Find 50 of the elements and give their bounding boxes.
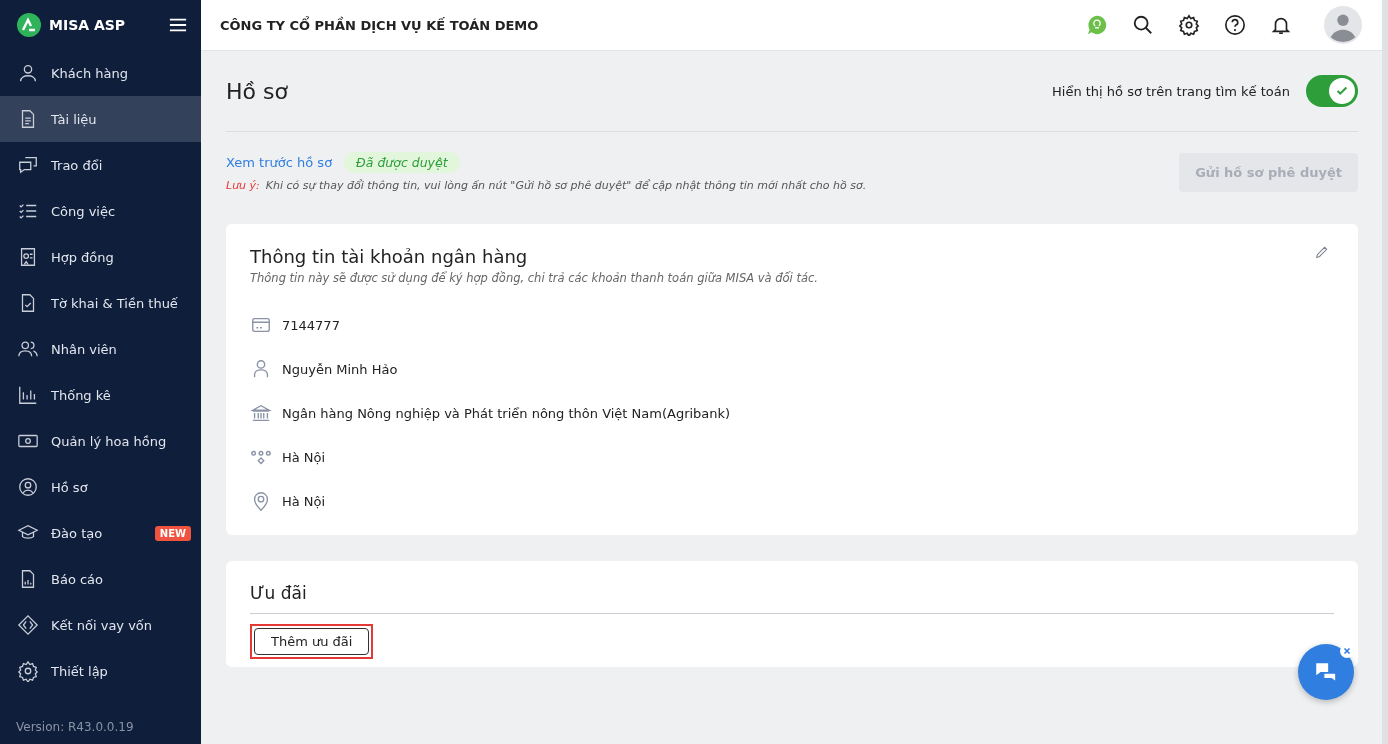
card-title: Thông tin tài khoản ngân hàng <box>250 246 528 267</box>
add-offer-button[interactable]: Thêm ưu đãi <box>254 628 370 655</box>
sidebar-item[interactable]: Kết nối vay vốn <box>0 602 201 648</box>
card-subtitle: Thông tin này sẽ được sử dụng để ký hợp đồng, chi trả các khoản thanh toán giữa MISA và đối tác. <box>250 271 819 285</box>
brand-name: MISA ASP <box>49 17 127 33</box>
logo-icon <box>17 13 41 37</box>
sidebar-item[interactable]: Quản lý hoa hồng <box>0 418 201 464</box>
pencil-icon[interactable] <box>1314 244 1330 260</box>
preview-link[interactable]: Xem trước hồ sơ <box>226 155 333 170</box>
sidebar-item[interactable]: Thống kê <box>0 372 201 418</box>
info-text: Hà Nội <box>282 493 326 509</box>
checkmark-icon <box>1335 84 1349 98</box>
sidebar-item[interactable]: Tài liệu <box>0 96 201 142</box>
new-badge: NEW <box>154 525 191 541</box>
toggle-label: Hiển thị hồ sơ trên trang tìm kế toán <box>1052 83 1290 99</box>
sidebar-item[interactable]: Báo cáo <box>0 556 201 602</box>
avatar[interactable] <box>1324 6 1362 44</box>
company-name: CÔNG TY CỔ PHẦN DỊCH VỤ KẾ TOÁN DEMO <box>220 17 540 33</box>
info-text: Hà Nội <box>282 449 326 465</box>
visibility-toggle[interactable] <box>1306 75 1358 107</box>
card-title: Ưu đãi <box>250 583 307 603</box>
settings-icon[interactable] <box>1178 14 1200 36</box>
help-icon[interactable] <box>1224 14 1246 36</box>
version-text: Version: R43.0.0.19 <box>15 720 135 736</box>
link-icon <box>17 614 39 636</box>
sidebar-item[interactable]: Thiết lập <box>0 648 201 694</box>
sidebar-item[interactable]: Hợp đồng <box>0 234 201 280</box>
settings-icon <box>17 660 39 682</box>
page-title: Hồ sơ <box>226 78 289 104</box>
bank-icon <box>250 402 272 424</box>
person-icon <box>17 62 39 84</box>
sidebar-item[interactable]: Công việc <box>0 188 201 234</box>
chat-icon <box>17 154 39 176</box>
note-label: Lưu ý: <box>226 179 260 192</box>
note-text: Khi có sự thay đổi thông tin, vui lòng ấn nút "Gửi hồ sơ phê duyệt" để cập nhật thông tin mới nhất cho hồ sơ. <box>265 179 867 192</box>
sidebar-item[interactable]: Nhân viên <box>0 326 201 372</box>
sidebar-item[interactable]: Trao đổi <box>0 142 201 188</box>
info-text: Nguyễn Minh Hảo <box>282 361 398 377</box>
sidebar-item[interactable]: Tờ khai & Tiền thuế <box>0 280 201 326</box>
info-text: Ngân hàng Nông nghiệp và Phát triển nông thôn Việt Nam(Agribank) <box>282 405 731 421</box>
menu-icon[interactable] <box>169 17 187 33</box>
search-icon[interactable] <box>1132 14 1154 36</box>
chart-icon <box>17 384 39 406</box>
sidebar-item[interactable]: Khách hàng <box>0 50 201 96</box>
sidebar-item[interactable]: Đào tạo NEW <box>0 510 201 556</box>
info-text: 7144777 <box>282 317 340 333</box>
profile-icon <box>17 476 39 498</box>
lightbulb-icon[interactable] <box>1086 14 1108 36</box>
sidebar-item[interactable]: Hồ sơ <box>0 464 201 510</box>
status-tag: Đã được duyệt <box>344 152 460 173</box>
